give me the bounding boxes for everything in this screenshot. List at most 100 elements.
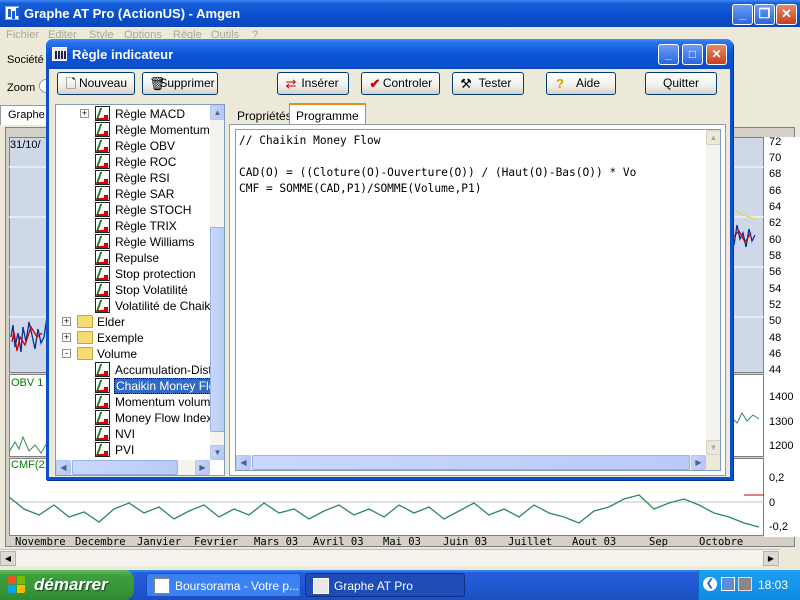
scroll-right-arrow-icon[interactable]: ▶ — [691, 455, 706, 470]
code-line: // Chaikin Money Flow — [239, 134, 381, 147]
folder-icon — [77, 331, 93, 344]
dialog-title-bar[interactable]: Règle indicateur _ □ ✕ — [46, 39, 733, 69]
price-axis-label: 46 — [769, 348, 782, 360]
price-axis-label: 50 — [769, 315, 782, 327]
rule-icon — [95, 250, 110, 265]
month-label: Juillet — [508, 536, 553, 548]
main-title-bar[interactable]: Graphe AT Pro (ActionUS) - Amgen _ ❐ ✕ — [0, 0, 800, 27]
tray-expand-icon[interactable]: ❮ — [703, 577, 717, 591]
month-label: Octobre — [699, 536, 744, 548]
month-label: Janvier — [137, 536, 182, 548]
zoom-label: Zoom — [7, 82, 36, 94]
expand-plus-icon[interactable]: + — [62, 317, 71, 326]
scroll-left-arrow-icon[interactable]: ◀ — [0, 551, 16, 566]
price-axis-label: 70 — [769, 152, 782, 164]
price-axis-label: 62 — [769, 217, 782, 229]
clock[interactable]: 18:03 — [758, 578, 788, 592]
scroll-right-arrow-icon[interactable]: ▶ — [195, 460, 210, 475]
obv-axis-label: 1200 — [769, 440, 794, 452]
collapse-minus-icon[interactable]: - — [62, 349, 71, 358]
editor-vertical-scrollbar[interactable]: ▲ ▼ — [706, 130, 720, 455]
tab-programme[interactable]: Programme — [289, 103, 366, 124]
price-axis-label: 66 — [769, 185, 782, 197]
societe-label: Société — [7, 54, 44, 66]
aide-button[interactable]: ? Aide — [546, 72, 616, 95]
scroll-thumb[interactable] — [252, 455, 690, 470]
quitter-button[interactable]: Quitter — [645, 72, 717, 95]
dialog-close-button[interactable]: ✕ — [706, 44, 727, 65]
rule-icon — [95, 298, 110, 313]
price-axis-label: 58 — [769, 250, 782, 262]
tab-proprietes[interactable]: Propriétés — [231, 105, 298, 124]
chart-horizontal-scrollbar[interactable]: ◀ ▶ — [0, 549, 780, 566]
month-axis: Novembre Decembre Janvier Fevrier Mars 0… — [9, 536, 764, 549]
scroll-up-arrow-icon[interactable]: ▲ — [210, 105, 224, 120]
monitor-icon[interactable] — [738, 577, 752, 591]
scrollbar-corner — [706, 455, 720, 470]
dialog-title: Règle indicateur — [72, 47, 174, 62]
new-document-icon: 🗋 — [65, 76, 77, 91]
cmf-axis-label: 0 — [769, 497, 776, 509]
scroll-left-arrow-icon[interactable]: ◀ — [236, 455, 251, 470]
rule-icon — [95, 426, 110, 441]
help-icon: ? — [556, 76, 564, 91]
month-label: Fevrier — [194, 536, 239, 548]
price-axis-label: 52 — [769, 299, 782, 311]
scroll-thumb[interactable] — [72, 460, 178, 475]
editor-horizontal-scrollbar[interactable]: ◀ ▶ — [236, 455, 706, 470]
folder-open-icon — [77, 347, 93, 360]
expand-plus-icon[interactable]: + — [80, 109, 89, 118]
price-axis-label: 48 — [769, 332, 782, 344]
scroll-thumb[interactable] — [210, 227, 224, 432]
month-label: Decembre — [75, 536, 126, 548]
tester-button[interactable]: ⚒ Tester — [452, 72, 524, 95]
main-minimize-button[interactable]: _ — [732, 4, 753, 25]
price-axis-label: 68 — [769, 168, 782, 180]
tab-graphe[interactable]: Graphe — [0, 105, 48, 125]
rule-icon — [95, 442, 110, 457]
rule-icon — [95, 234, 110, 249]
dialog-minimize-button[interactable]: _ — [658, 44, 679, 65]
rule-icon — [95, 106, 110, 121]
checkmark-icon: ✔ — [369, 76, 381, 91]
inserer-button[interactable]: ⇄ Insérer — [277, 72, 349, 95]
scroll-left-arrow-icon[interactable]: ◀ — [56, 460, 71, 475]
month-label: Aout 03 — [572, 536, 617, 548]
taskbar-item-boursorama[interactable]: Boursorama - Votre p... — [146, 573, 301, 597]
dialog-app-icon — [52, 47, 67, 61]
tester-icon: ⚒ — [460, 76, 472, 91]
taskbar-item-graphe-at-pro[interactable]: Graphe AT Pro — [305, 573, 465, 597]
rule-icon — [95, 378, 110, 393]
month-label: Mars 03 — [254, 536, 299, 548]
windows-logo-icon — [8, 576, 27, 594]
nouveau-button[interactable]: 🗋 Nouveau — [57, 72, 135, 95]
supprimer-button[interactable]: 🗑 Supprimer — [142, 72, 218, 95]
dialog-maximize-button[interactable]: □ — [682, 44, 703, 65]
scroll-up-arrow-icon[interactable]: ▲ — [706, 130, 720, 145]
scroll-down-arrow-icon[interactable]: ▼ — [210, 445, 224, 460]
tree-vertical-scrollbar[interactable]: ▲ ▼ — [210, 105, 224, 460]
network-icon[interactable] — [721, 577, 735, 591]
start-button[interactable]: démarrer — [0, 570, 134, 600]
obv-axis-label: 1300 — [769, 416, 794, 428]
indicator-tree[interactable]: + Règle MACD Règle Momentum Règle OBV Rè… — [55, 104, 225, 476]
price-axis-label: 44 — [769, 364, 782, 376]
cmf-indicator-label: CMF(21 — [11, 459, 51, 471]
browser-icon — [154, 578, 170, 594]
main-close-button[interactable]: ✕ — [776, 4, 797, 25]
tree-horizontal-scrollbar[interactable]: ◀ ▶ — [56, 460, 210, 475]
expand-plus-icon[interactable]: + — [62, 333, 71, 342]
scroll-down-arrow-icon[interactable]: ▼ — [706, 440, 720, 455]
app-icon — [5, 6, 19, 20]
code-line: CAD(O) = ((Cloture(O)-Ouverture(O)) / (H… — [239, 166, 637, 179]
main-restore-button[interactable]: ❐ — [754, 4, 775, 25]
rule-icon — [95, 394, 110, 409]
month-label: Novembre — [15, 536, 66, 548]
main-window-title: Graphe AT Pro (ActionUS) - Amgen — [24, 6, 241, 21]
system-tray: ❮ 18:03 — [698, 570, 800, 600]
scroll-right-arrow-icon[interactable]: ▶ — [763, 551, 779, 566]
trash-icon: 🗑 — [149, 76, 166, 91]
controler-button[interactable]: ✔ Controler — [361, 72, 440, 95]
menu-fichier[interactable]: Fichier — [6, 29, 39, 41]
program-code-editor[interactable]: // Chaikin Money Flow CAD(O) = ((Cloture… — [235, 129, 721, 471]
